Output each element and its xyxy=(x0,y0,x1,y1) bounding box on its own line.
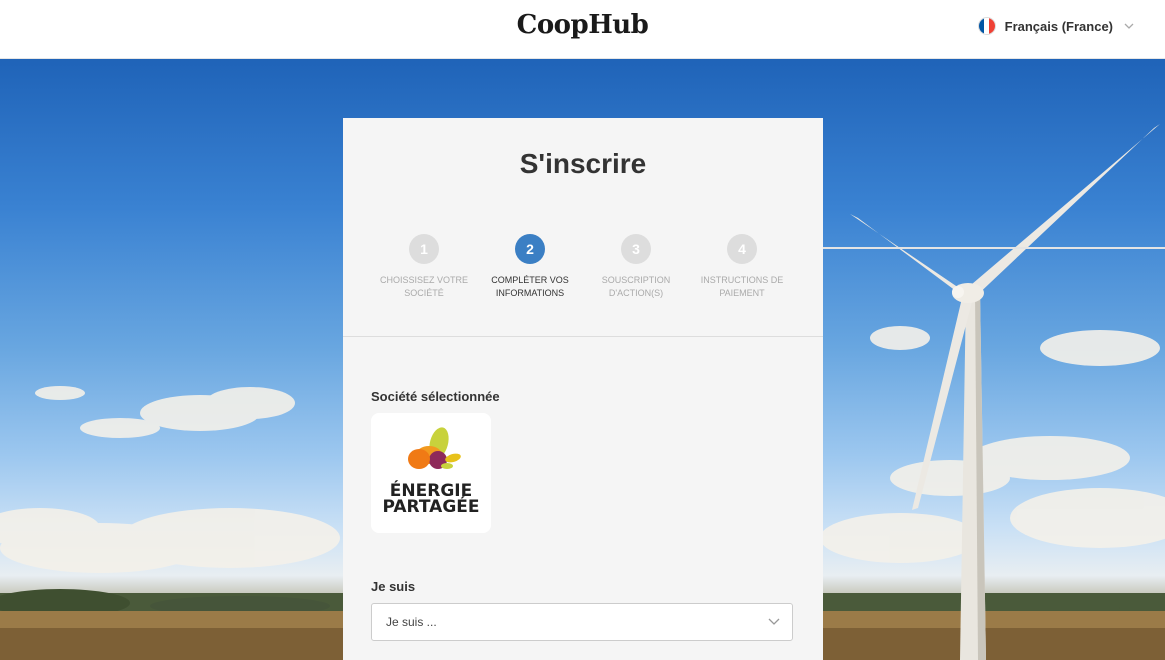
step-1[interactable]: 1 CHOISSISEZ VOTRE SOCIÉTÉ xyxy=(369,234,479,300)
chevron-down-icon xyxy=(1124,23,1134,29)
je-suis-select[interactable]: Je suis ... xyxy=(371,603,793,641)
language-selector[interactable]: Français (France) xyxy=(978,18,1135,34)
step-label: INSTRUCTIONS DE PAIEMENT xyxy=(700,275,784,298)
page-title: S'inscrire xyxy=(519,148,647,179)
selected-company-label: Société sélectionnée xyxy=(371,389,500,404)
je-suis-select-value: Je suis ... xyxy=(386,615,437,629)
step-number: 1 xyxy=(409,234,439,264)
step-label: COMPLÉTER VOS INFORMATIONS xyxy=(491,275,569,298)
company-logo-card[interactable]: ÉNERGIE PARTAGÉE xyxy=(371,413,491,533)
step-number: 4 xyxy=(727,234,757,264)
step-number: 2 xyxy=(515,234,545,264)
top-bar: CoopHub Français (France) xyxy=(0,0,1165,59)
step-number: 3 xyxy=(621,234,651,264)
language-label: Français (France) xyxy=(1004,18,1113,34)
company-logo-text: ÉNERGIE PARTAGÉE xyxy=(382,481,480,517)
step-3[interactable]: 3 SOUSCRIPTION D'ACTION(S) xyxy=(581,234,691,300)
france-flag-icon xyxy=(978,18,995,34)
stepper: 1 CHOISSISEZ VOTRE SOCIÉTÉ 2 COMPLÉTER V… xyxy=(373,234,793,304)
step-label: CHOISSISEZ VOTRE SOCIÉTÉ xyxy=(379,275,468,298)
step-4[interactable]: 4 INSTRUCTIONS DE PAIEMENT xyxy=(687,234,797,300)
step-2[interactable]: 2 COMPLÉTER VOS INFORMATIONS xyxy=(475,234,585,300)
divider xyxy=(343,336,823,337)
je-suis-label: Je suis xyxy=(371,579,416,594)
signup-card: S'inscrire 1 CHOISSISEZ VOTRE SOCIÉTÉ 2 … xyxy=(343,118,823,660)
step-label: SOUSCRIPTION D'ACTION(S) xyxy=(601,275,671,298)
chevron-down-icon xyxy=(768,618,780,625)
